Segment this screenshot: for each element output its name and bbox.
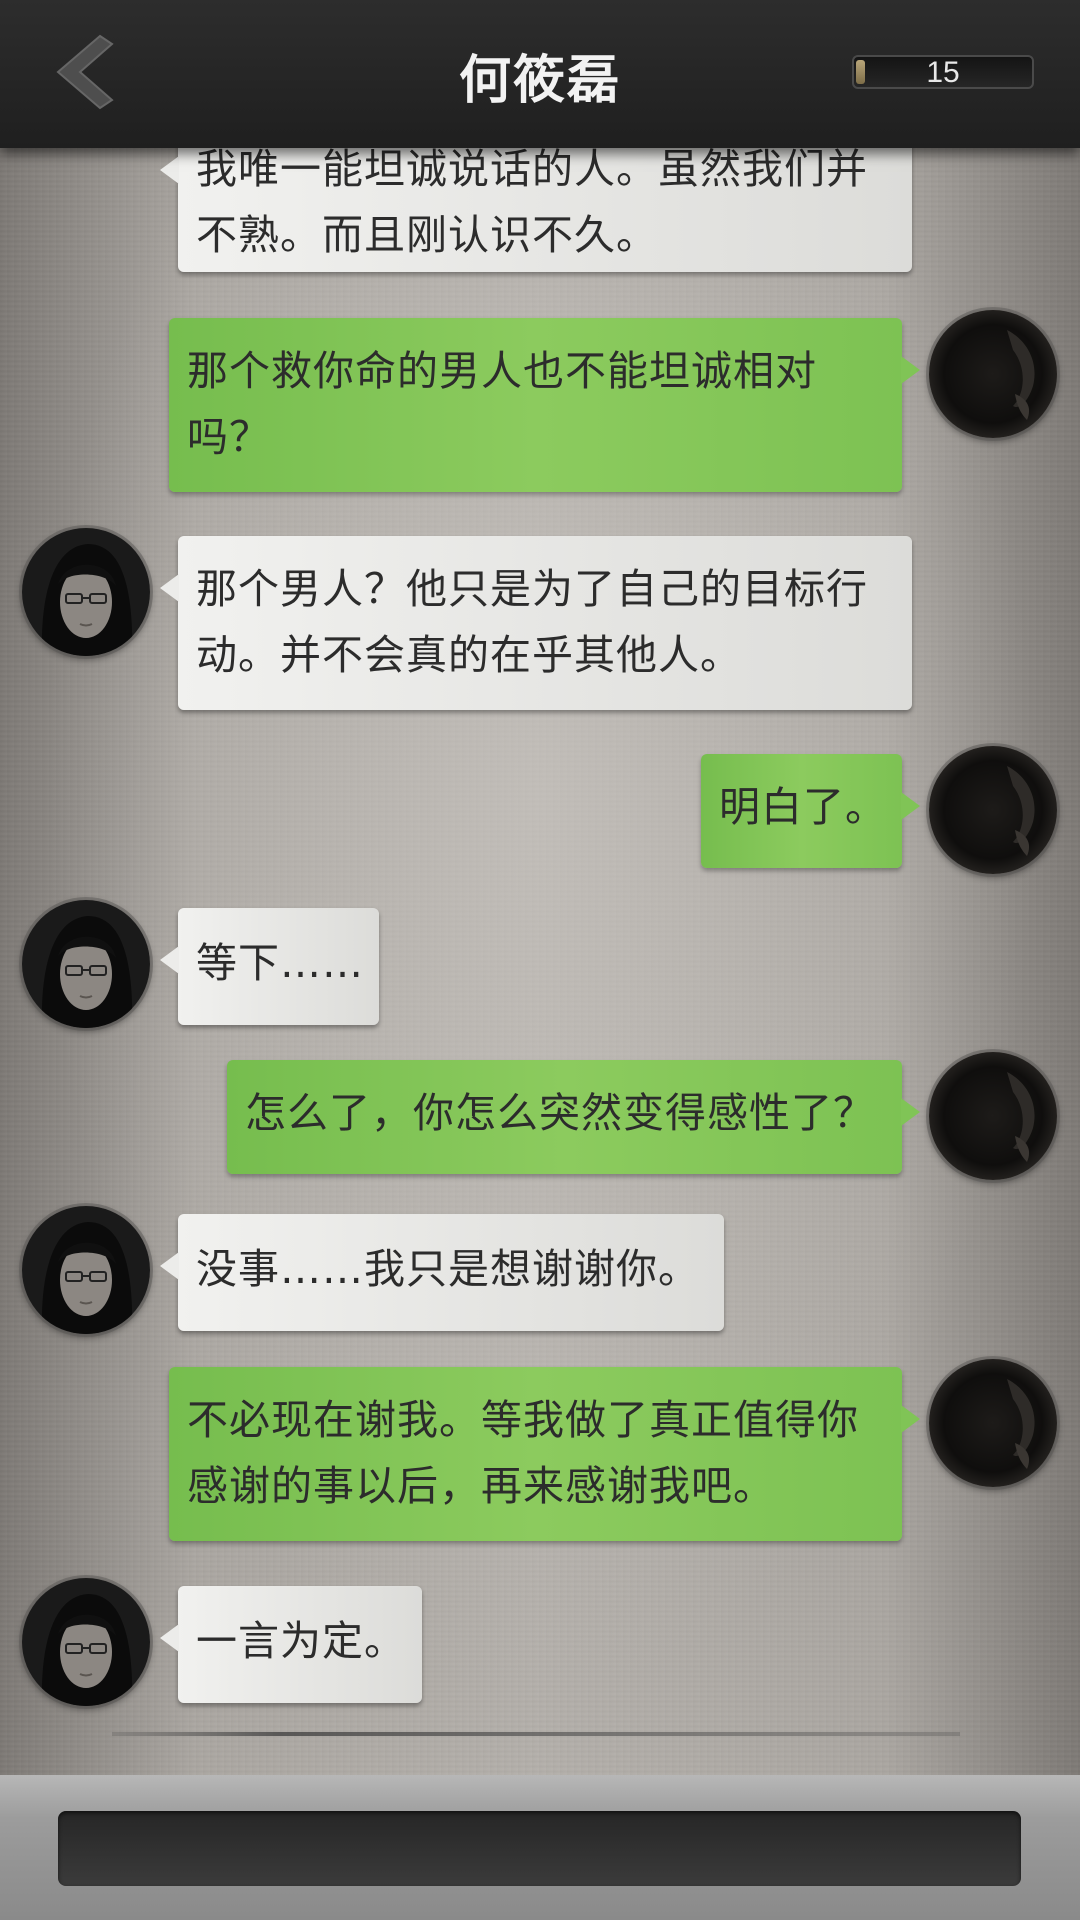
message-line: 吗？ (187, 413, 271, 461)
message-bubble-incoming: 没事……我只是想谢谢你。 (160, 1214, 724, 1331)
message-line: 那个救你命的男人也不能坦诚相对 (187, 347, 817, 395)
contact-avatar (22, 900, 150, 1028)
message-line: 不熟。而且刚认识不久。 (196, 211, 658, 259)
message-bubble-outgoing: 怎么了，你怎么突然变得感性了？ (227, 1060, 920, 1174)
message-line: 不必现在谢我。等我做了真正值得你 (187, 1396, 859, 1444)
counter-value: 15 (926, 56, 960, 89)
message-bubble-incoming: 那个男人？他只是为了自己的目标行 动。并不会真的在乎其他人。 (160, 536, 912, 710)
message-bubble-outgoing: 明白了。 (701, 754, 920, 868)
message-bubble-incoming: 一言为定。 (160, 1586, 422, 1703)
reply-input-box[interactable] (58, 1811, 1021, 1886)
message-line: 没事……我只是想谢谢你。 (196, 1245, 700, 1293)
message-line: 动。并不会真的在乎其他人。 (196, 631, 742, 679)
message-bubble-incoming: 等下…… (160, 908, 379, 1025)
message-line: 明白了。 (719, 783, 887, 831)
contact-avatar (22, 1578, 150, 1706)
energy-counter: 15 (852, 55, 1034, 89)
contact-avatar (22, 1206, 150, 1334)
bottom-bar (0, 1775, 1080, 1920)
top-bar: 何筱磊 15 (0, 0, 1080, 148)
message-line: 那个男人？他只是为了自己的目标行 (196, 565, 868, 613)
message-line: 感谢的事以后，再来感谢我吧。 (187, 1462, 775, 1510)
player-avatar (929, 310, 1057, 438)
chat-end-divider (112, 1732, 960, 1736)
player-avatar (929, 1359, 1057, 1487)
message-bubble-outgoing: 不必现在谢我。等我做了真正值得你 感谢的事以后，再来感谢我吧。 (169, 1367, 920, 1541)
message-bubble-outgoing: 那个救你命的男人也不能坦诚相对 吗？ (169, 318, 920, 492)
player-avatar (929, 1052, 1057, 1180)
message-line: 等下…… (196, 939, 364, 987)
player-avatar (929, 746, 1057, 874)
message-line: 一言为定。 (196, 1617, 406, 1665)
contact-avatar (22, 528, 150, 656)
message-line: 怎么了，你怎么突然变得感性了？ (245, 1089, 875, 1137)
